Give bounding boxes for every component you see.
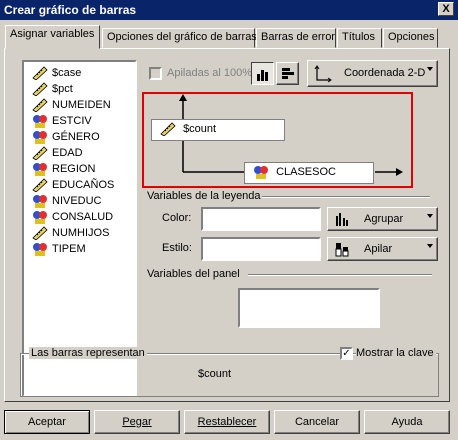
show-key-label: Mostrar la clave [356,347,436,359]
x-axis-variable: CLASESOC [276,166,336,178]
reset-button[interactable]: Restablecer [184,410,270,434]
scale-ruler-icon [32,178,48,193]
variable-item[interactable]: TIPEM [32,242,86,258]
coordinate-dropdown[interactable]: Coordenada 2-D [307,60,438,87]
chevron-down-icon [427,244,433,248]
grouped-bars-icon [336,213,348,226]
variable-item[interactable]: NUMEIDEN [32,98,111,114]
nominal-icon [254,166,268,179]
stacked-percent-checkbox[interactable] [149,67,162,80]
variable-item[interactable]: EDUCAÑOS [32,178,114,194]
axes-icon [314,65,332,83]
variable-label: EDUCAÑOS [52,179,115,191]
stacked-percent-label: Apiladas al 100% [167,67,253,79]
legend-divider [262,196,430,198]
show-key-checkbox[interactable]: ✓ [340,347,353,360]
bars-represent-value: $count [198,368,232,380]
style-label: Estilo: [162,242,192,254]
reset-label: Restablecer [197,416,257,428]
panel-group-title: Variables del panel [147,268,240,280]
help-button[interactable]: Ayuda [364,410,450,434]
window-title: Crear gráfico de barras [4,3,137,17]
nominal-icon [32,162,48,176]
variable-item[interactable]: REGION [32,162,95,178]
variable-item[interactable]: NUMHIJOS [32,226,109,242]
cancel-button[interactable]: Cancelar [274,410,360,434]
scale-ruler-icon [32,82,48,97]
style-mode-dropdown[interactable]: Apilar [327,237,438,261]
nominal-icon [32,130,48,144]
scale-ruler-icon [32,146,48,161]
x-axis-slot[interactable]: CLASESOC [244,162,374,184]
variable-label: NUMHIJOS [52,227,110,239]
scale-ruler-icon [32,66,48,81]
variable-label: ESTCIV [52,115,92,127]
variable-item[interactable]: $pct [32,82,73,98]
paste-button[interactable]: Pegar [94,410,180,434]
variable-item[interactable]: CONSALUD [32,210,113,226]
variable-label: REGION [52,163,96,175]
color-mode-dropdown[interactable]: Agrupar [327,207,438,231]
nominal-icon [32,242,48,256]
panel-divider [248,274,432,276]
variable-label: $case [52,67,82,79]
scale-ruler-icon [32,226,48,241]
nominal-icon [32,194,48,208]
variable-item[interactable]: ESTCIV [32,114,92,130]
tab-titulos[interactable]: Títulos [337,28,382,48]
chevron-down-icon [427,67,433,71]
horizontal-bars-icon [281,68,294,79]
variable-item[interactable]: NIVEDUC [32,194,102,210]
close-button[interactable]: X [438,2,454,16]
tab-asignar-variables[interactable]: Asignar variables [5,25,100,49]
y-axis-slot[interactable]: $count [151,119,285,141]
accept-button[interactable]: Aceptar [4,410,90,434]
color-mode-value: Agrupar [364,213,404,225]
variable-item[interactable]: GÉNERO [32,130,100,146]
variable-label: $pct [52,83,73,95]
panel-field[interactable] [238,288,380,328]
coordinate-value: Coordenada 2-D [344,67,426,79]
y-axis-variable: $count [183,123,217,135]
horizontal-bar-button[interactable] [276,62,299,85]
variable-item[interactable]: EDAD [32,146,83,162]
variable-label: EDAD [52,147,83,159]
variable-label: GÉNERO [52,131,100,143]
variable-label: CONSALUD [52,211,114,223]
scale-ruler-icon [32,98,48,113]
variable-label: TIPEM [52,243,86,255]
variable-item[interactable]: $case [32,66,81,82]
vertical-bars-icon [256,70,268,81]
paste-label: Pegar [122,416,152,428]
stacked-bars-icon [335,243,349,257]
style-mode-value: Apilar [364,243,393,255]
variable-label: NIVEDUC [52,195,102,207]
legend-group-title: Variables de la leyenda [147,190,261,202]
tab-barras-error[interactable]: Barras de error [256,28,336,48]
color-label: Color: [162,212,192,224]
vertical-bar-button[interactable] [251,62,274,85]
bars-represent-title: Las barras representan [29,347,147,359]
style-field[interactable] [201,237,321,261]
variable-label: NUMEIDEN [52,99,111,111]
window-titlebar: Crear gráfico de barras X [0,0,458,20]
scale-ruler-icon [160,122,176,136]
chevron-down-icon [427,214,433,218]
tab-opciones-grafico[interactable]: Opciones del gráfico de barras [102,28,257,48]
nominal-icon [32,114,48,128]
nominal-icon [32,210,48,224]
tab-opciones[interactable]: Opciones [383,28,438,48]
color-field[interactable] [201,207,321,231]
